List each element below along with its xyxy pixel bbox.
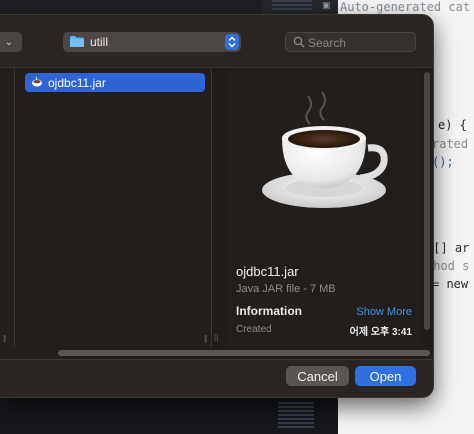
column-resize-handle[interactable]: || <box>214 333 222 343</box>
editor-minimap <box>272 0 312 12</box>
java-coffee-cup-icon <box>262 91 388 208</box>
search-input[interactable] <box>308 34 412 51</box>
file-name-label: ojdbc11.jar <box>48 76 106 90</box>
created-label: Created <box>236 324 272 335</box>
search-icon <box>293 36 305 48</box>
show-more-link[interactable]: Show More <box>356 306 412 318</box>
path-popup-button[interactable]: utill <box>63 32 241 52</box>
code-line: rated <box>432 137 469 151</box>
chevron-down-icon: ⌄ <box>4 36 14 48</box>
information-heading: Information <box>236 304 302 318</box>
column-resize-handle[interactable]: || <box>3 334 11 344</box>
preview-file-name: ojdbc11.jar <box>236 264 299 279</box>
code-line: Auto-generated cat <box>340 0 471 14</box>
code-line: e) { <box>438 118 467 132</box>
cancel-button[interactable]: Cancel <box>286 366 349 386</box>
dialog-footer: Cancel Open <box>0 359 433 397</box>
search-field[interactable] <box>285 32 416 52</box>
bottom-minimap <box>278 402 314 430</box>
code-line: = new <box>432 277 469 291</box>
view-mode-button[interactable]: ⌄ <box>0 32 22 52</box>
preview-pane: ojdbc11.jar Java JAR file - 7 MB Informa… <box>228 68 420 348</box>
vertical-scrollbar[interactable] <box>424 72 430 330</box>
open-file-dialog: ⌄ utill || <box>0 14 434 398</box>
column-resize-handle[interactable]: || <box>204 334 212 344</box>
preview-file-kind: Java JAR file - 7 MB <box>236 283 336 295</box>
up-down-chevron-icon <box>225 34 239 50</box>
list-item[interactable]: ojdbc11.jar <box>25 73 205 92</box>
path-label: utill <box>90 35 109 49</box>
file-browser: || ojdbc11.jar || || ojdbc11.jar Java JA… <box>0 67 433 348</box>
created-value: 어제 오후 3:41 <box>349 327 412 338</box>
code-line: (); <box>432 155 454 169</box>
browser-column-previous[interactable]: || <box>0 68 15 348</box>
browser-column-files[interactable]: ojdbc11.jar || <box>16 68 212 348</box>
editor-tab-icon: ▣ <box>322 0 331 10</box>
horizontal-scrollbar[interactable] <box>58 350 430 356</box>
horizontal-scrollbar-track <box>0 347 433 359</box>
folder-icon <box>70 36 84 47</box>
dialog-toolbar: ⌄ utill <box>0 15 433 67</box>
open-button[interactable]: Open <box>355 366 416 386</box>
jar-file-icon <box>32 76 42 87</box>
